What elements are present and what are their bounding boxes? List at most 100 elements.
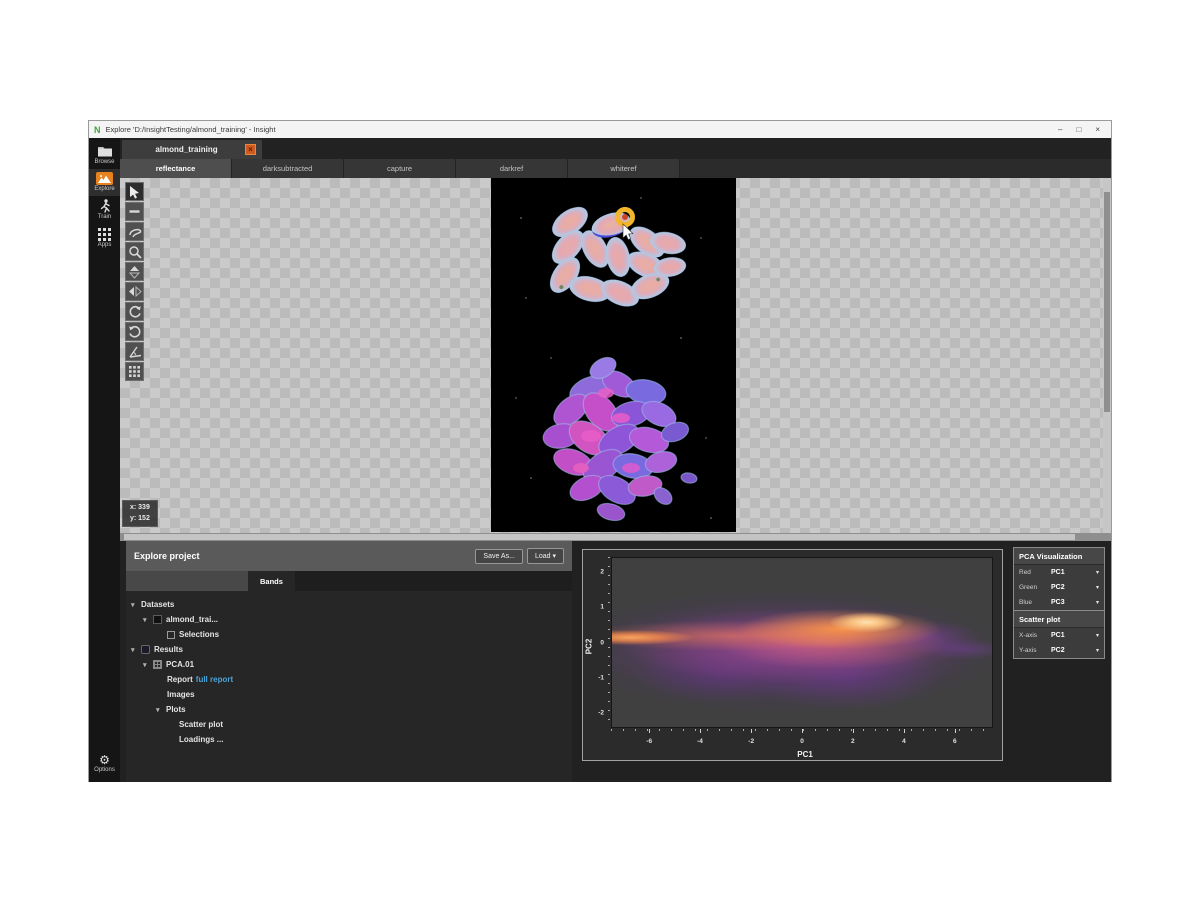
scatter-plot-widget[interactable]: PC2 2 1 0 -1 -2 (582, 549, 1003, 761)
horizontal-scrollbar[interactable] (120, 533, 1111, 541)
x-axis-title: PC1 (797, 750, 813, 759)
y-axis: 2 1 0 -1 -2 (583, 557, 611, 728)
sidebar-item-apps[interactable]: Apps (89, 224, 120, 252)
tab-whiteref[interactable]: whiteref (568, 159, 680, 178)
tab-reflectance[interactable]: reflectance (120, 159, 232, 178)
x-tick-labels: -6 -4 -2 0 2 4 6 (611, 738, 993, 747)
x-tick-label: 0 (800, 738, 804, 745)
tree-label: Results (154, 645, 183, 654)
explore-tab-row: Bands (126, 571, 572, 591)
tree-item-dataset[interactable]: ▾ almond_trai... (126, 612, 572, 627)
load-button[interactable]: Load ▾ (527, 548, 564, 564)
tab-bands[interactable]: Bands (248, 571, 295, 591)
scatter-density-plot[interactable] (611, 557, 993, 728)
tree-item-pca01[interactable]: ▾ PCA.01 (126, 657, 572, 672)
tab-close-icon[interactable]: × (245, 144, 256, 155)
sidebar-item-label: Explore (94, 186, 114, 192)
chevron-down-icon: ▾ (552, 553, 556, 560)
tab-darksubtracted[interactable]: darksubtracted (232, 159, 344, 178)
sidebar-item-options[interactable]: ⚙ Options (89, 751, 120, 777)
x-axis-select[interactable]: X-axis PC1 ▾ (1014, 628, 1104, 643)
angle-icon (128, 345, 142, 358)
tree-item-datasets[interactable]: ▾ Datasets (126, 597, 572, 612)
caret-icon[interactable]: ▾ (131, 601, 138, 609)
flip-vertical-icon (128, 265, 141, 279)
tree-label: Images (167, 690, 195, 699)
pca-visualization-panel: PCA Visualization Red PC1 ▾ Green PC2 ▾ … (1013, 547, 1105, 659)
channel-label: Blue (1019, 599, 1051, 606)
tree-label: Scatter plot (179, 720, 223, 729)
grid-tool-button[interactable] (125, 362, 144, 381)
green-channel-select[interactable]: Green PC2 ▾ (1014, 580, 1104, 595)
tab-almond-training[interactable]: almond_training × (122, 140, 262, 159)
cursor-x-value: x: 339 (130, 503, 150, 514)
tree-item-results[interactable]: ▾ Results (126, 642, 572, 657)
line-tool-button[interactable] (125, 202, 144, 221)
sidebar-item-label: Options (94, 767, 115, 773)
tree-item-report[interactable]: Report full report (126, 672, 572, 687)
title-bar: N Explore 'D:/InsightTesting/almond_trai… (89, 121, 1111, 138)
runner-icon (96, 199, 113, 213)
y-tick-label: 0 (600, 639, 604, 646)
tree-item-selections[interactable]: Selections (126, 627, 572, 642)
y-tick-label: 1 (600, 604, 604, 611)
caret-icon[interactable]: ▾ (143, 661, 150, 669)
results-icon (141, 645, 150, 654)
minimize-button[interactable]: – (1058, 125, 1062, 134)
full-report-link[interactable]: full report (196, 675, 233, 684)
y-tick-label: -1 (598, 674, 604, 681)
sidebar-item-browse[interactable]: Browse (89, 141, 120, 169)
tree-label: Plots (166, 705, 186, 714)
tab-darkref[interactable]: darkref (456, 159, 568, 178)
flip-horizontal-tool-button[interactable] (125, 282, 144, 301)
checkbox-icon[interactable] (167, 631, 175, 639)
red-channel-select[interactable]: Red PC1 ▾ (1014, 565, 1104, 580)
rotate-cw-icon (128, 305, 142, 319)
hyperspectral-image[interactable] (491, 178, 736, 532)
tree-label: PCA.01 (166, 660, 194, 669)
vertical-scrollbar-thumb[interactable] (1104, 192, 1110, 412)
tree-item-scatter-plot[interactable]: Scatter plot (126, 717, 572, 732)
caret-icon[interactable]: ▾ (143, 616, 150, 624)
x-tick-label: -6 (646, 738, 652, 745)
vertical-scrollbar[interactable] (1103, 178, 1111, 533)
pointer-icon (128, 185, 141, 199)
scatter-plot-section-title: Scatter plot (1014, 610, 1104, 628)
x-tick-label: -4 (697, 738, 703, 745)
horizontal-scrollbar-thumb[interactable] (124, 534, 1075, 540)
rotate-ccw-tool-button[interactable] (125, 322, 144, 341)
tree-item-loadings[interactable]: Loadings ... (126, 732, 572, 747)
document-tab-bar: almond_training × (120, 138, 1111, 159)
caret-icon[interactable]: ▾ (156, 706, 163, 714)
sidebar-item-explore[interactable]: Explore (89, 169, 120, 196)
lasso-icon (128, 225, 142, 238)
save-as-button[interactable]: Save As... (475, 549, 523, 564)
tree-label: Datasets (141, 600, 174, 609)
x-tick-label: 4 (902, 738, 906, 745)
tree-label: Loadings ... (179, 735, 223, 744)
angle-tool-button[interactable] (125, 342, 144, 361)
rotate-cw-tool-button[interactable] (125, 302, 144, 321)
zoom-tool-button[interactable] (125, 242, 144, 261)
axis-label: X-axis (1019, 632, 1051, 639)
rotate-ccw-icon (128, 325, 142, 339)
channel-value: PC3 (1051, 599, 1096, 606)
caret-icon[interactable]: ▾ (131, 646, 138, 654)
flip-vertical-tool-button[interactable] (125, 262, 144, 281)
pointer-tool-button[interactable] (125, 182, 144, 201)
dataset-thumbnail-icon (153, 615, 162, 624)
image-viewport[interactable]: x: 339 y: 152 (120, 178, 1111, 533)
tree-item-images[interactable]: Images (126, 687, 572, 702)
lasso-tool-button[interactable] (125, 222, 144, 241)
blue-channel-select[interactable]: Blue PC3 ▾ (1014, 595, 1104, 610)
tree-item-plots[interactable]: ▾ Plots (126, 702, 572, 717)
sidebar-item-train[interactable]: Train (89, 196, 120, 224)
project-tree: ▾ Datasets ▾ almond_trai... Selections (126, 591, 572, 782)
y-axis-select[interactable]: Y-axis PC2 ▾ (1014, 643, 1104, 658)
tab-capture[interactable]: capture (344, 159, 456, 178)
channel-label: Green (1019, 584, 1051, 591)
scatter-plot-region: PC2 2 1 0 -1 -2 (572, 541, 1007, 782)
maximize-button[interactable]: □ (1076, 125, 1081, 134)
image-toolbar (125, 182, 144, 381)
close-button[interactable]: × (1095, 125, 1100, 134)
